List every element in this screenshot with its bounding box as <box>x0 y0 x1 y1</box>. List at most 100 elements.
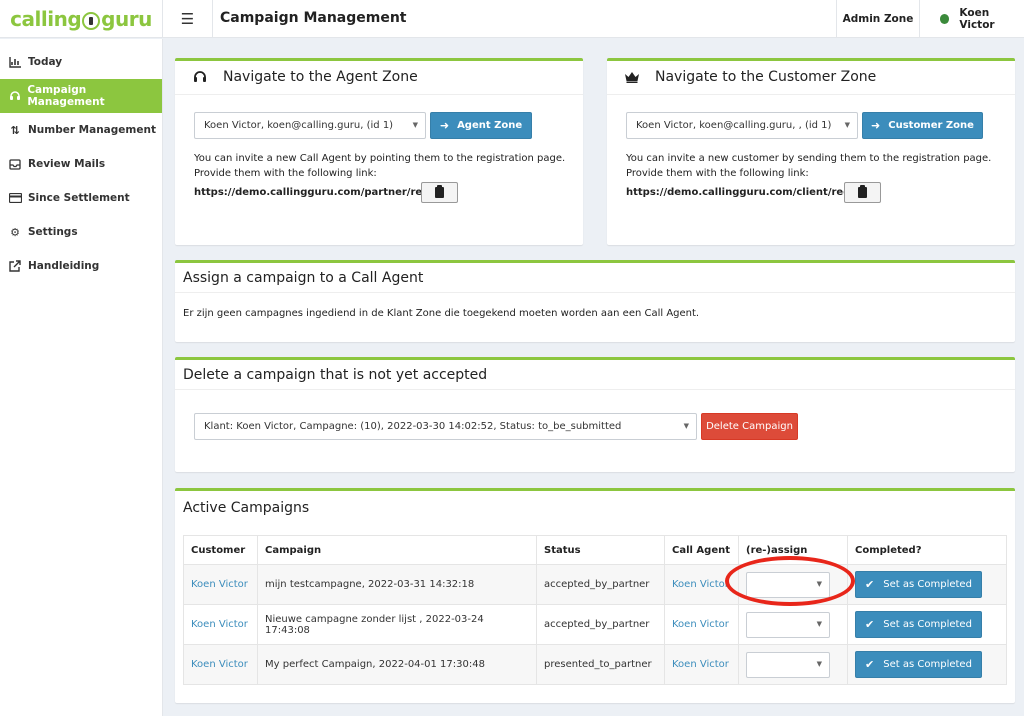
call-agent-link[interactable]: Koen Victor <box>664 644 739 685</box>
campaign-status: accepted_by_partner <box>536 604 665 645</box>
chevron-down-icon: ▼ <box>816 659 822 668</box>
column-header-completed: Completed? <box>847 535 1007 565</box>
column-header-call-agent: Call Agent <box>664 535 739 565</box>
clipboard-icon <box>858 185 867 198</box>
assign-empty-message: Er zijn geen campagnes ingediend in de K… <box>183 308 700 319</box>
user-name: Koen Victor <box>959 7 995 31</box>
reassign-cell: ▼ <box>738 604 848 645</box>
user-menu[interactable]: Koen Victor <box>928 0 1024 38</box>
copy-customer-link-button[interactable] <box>844 182 881 203</box>
online-status-icon <box>940 14 950 24</box>
agent-zone-title: Navigate to the Agent Zone <box>223 69 418 85</box>
set-completed-button[interactable]: ✔ Set as Completed <box>855 571 982 598</box>
external-link-icon <box>6 260 24 272</box>
assign-campaign-panel: Assign a campaign to a Call Agent Er zij… <box>175 260 1015 342</box>
chevron-down-icon: ▼ <box>683 422 689 430</box>
sidebar-item-handleiding[interactable]: Handleiding <box>0 249 162 283</box>
top-bar: calling guru ☰ Campaign Management Admin … <box>0 0 1024 38</box>
assign-campaign-header: Assign a campaign to a Call Agent <box>175 263 1015 293</box>
agent-select-value: Koen Victor, koen@calling.guru, (id 1) <box>204 120 394 131</box>
customer-zone-panel: Navigate to the Customer Zone Koen Victo… <box>607 58 1015 245</box>
check-icon: ✔ <box>865 578 875 591</box>
active-campaigns-panel: Active Campaigns Customer Campaign Statu… <box>175 488 1015 703</box>
reassign-cell: ▼ <box>738 644 848 685</box>
sidebar-item-settings[interactable]: ⚙ Settings <box>0 215 162 249</box>
logo-text-right: guru <box>101 7 152 31</box>
logo[interactable]: calling guru <box>0 0 163 38</box>
active-campaigns-table: Customer Campaign Status Call Agent (re-… <box>183 535 1007 685</box>
customer-link[interactable]: Koen Victor <box>183 564 258 605</box>
sidebar-item-campaign-management[interactable]: Campaign Management <box>0 79 162 113</box>
sidebar-item-label: Today <box>28 56 63 68</box>
copy-agent-link-button[interactable] <box>421 182 458 203</box>
page-title: Campaign Management <box>220 10 407 26</box>
headset-icon <box>6 90 23 102</box>
column-header-campaign: Campaign <box>257 535 537 565</box>
table-row: Koen Victor Nieuwe campagne zonder lijst… <box>183 604 1007 645</box>
chevron-down-icon: ▼ <box>844 121 850 129</box>
campaign-name: Nieuwe campagne zonder lijst , 2022-03-2… <box>257 604 537 645</box>
sidebar: Today Campaign Management ⇅ Number Manag… <box>0 39 163 716</box>
menu-toggle-icon[interactable]: ☰ <box>163 0 213 38</box>
campaign-name: My perfect Campaign, 2022-04-01 17:30:48 <box>257 644 537 685</box>
table-header-row: Customer Campaign Status Call Agent (re-… <box>183 535 1007 565</box>
agent-register-link[interactable]: https://demo.callingguru.com/partner/reg… <box>194 185 455 200</box>
agent-invite-text: You can invite a new Call Agent by point… <box>194 153 566 164</box>
sidebar-item-label: Handleiding <box>28 260 100 272</box>
sidebar-item-label: Review Mails <box>28 158 106 170</box>
chart-icon <box>6 56 24 68</box>
set-completed-button[interactable]: ✔ Set as Completed <box>855 651 982 678</box>
check-icon: ✔ <box>865 658 875 671</box>
customer-link[interactable]: Koen Victor <box>183 604 258 645</box>
completed-cell: ✔ Set as Completed <box>847 604 1007 645</box>
agent-select[interactable]: Koen Victor, koen@calling.guru, (id 1) ▼ <box>194 112 426 139</box>
set-completed-button[interactable]: ✔ Set as Completed <box>855 611 982 638</box>
agent-zone-button-label: Agent Zone <box>457 120 523 131</box>
set-completed-label: Set as Completed <box>883 579 972 590</box>
sidebar-item-since-settlement[interactable]: Since Settlement <box>0 181 162 215</box>
call-agent-link[interactable]: Koen Victor <box>664 604 739 645</box>
table-row: Koen Victor My perfect Campaign, 2022-04… <box>183 644 1007 685</box>
headset-icon <box>189 70 211 84</box>
agent-zone-header: Navigate to the Agent Zone <box>175 61 583 93</box>
campaign-status: presented_to_partner <box>536 644 665 685</box>
card-icon <box>6 193 24 203</box>
sidebar-item-today[interactable]: Today <box>0 45 162 79</box>
agent-zone-panel: Navigate to the Agent Zone Koen Victor, … <box>175 58 583 245</box>
customer-select[interactable]: Koen Victor, koen@calling.guru, , (id 1)… <box>626 112 858 139</box>
campaign-name: mijn testcampagne, 2022-03-31 14:32:18 <box>257 564 537 605</box>
delete-campaign-select-value: Klant: Koen Victor, Campagne: (10), 2022… <box>204 421 622 432</box>
customer-provide-text: Provide them with the following link: <box>626 168 809 179</box>
reassign-select[interactable]: ▼ <box>746 611 830 638</box>
sidebar-item-number-management[interactable]: ⇅ Number Management <box>0 113 162 147</box>
delete-campaign-button[interactable]: Delete Campaign <box>701 413 798 440</box>
column-header-status: Status <box>536 535 665 565</box>
set-completed-label: Set as Completed <box>883 619 972 630</box>
cogs-icon: ⚙ <box>10 225 20 239</box>
customer-register-link[interactable]: https://demo.callingguru.com/client/regi… <box>626 185 876 200</box>
clipboard-icon <box>435 185 444 198</box>
delete-campaign-title: Delete a campaign that is not yet accept… <box>183 366 488 383</box>
column-header-customer: Customer <box>183 535 258 565</box>
reassign-select[interactable]: ▼ <box>746 651 830 678</box>
customer-zone-title: Navigate to the Customer Zone <box>655 69 877 85</box>
logo-text-left: calling <box>10 7 82 31</box>
sort-icon: ⇅ <box>10 123 20 137</box>
phone-logo-icon <box>82 12 101 30</box>
crown-icon <box>621 71 643 83</box>
customer-invite-text: You can invite a new customer by sending… <box>626 153 992 164</box>
sidebar-item-review-mails[interactable]: Review Mails <box>0 147 162 181</box>
sidebar-item-label: Campaign Management <box>27 84 105 108</box>
campaign-status: accepted_by_partner <box>536 564 665 605</box>
set-completed-label: Set as Completed <box>883 659 972 670</box>
customer-zone-button-label: Customer Zone <box>888 120 974 131</box>
active-campaigns-header: Active Campaigns <box>175 491 1015 524</box>
agent-zone-button[interactable]: ➜ Agent Zone <box>430 112 532 139</box>
sign-in-icon: ➜ <box>871 119 881 132</box>
admin-zone-link[interactable]: Admin Zone <box>836 0 920 38</box>
customer-zone-button[interactable]: ➜ Customer Zone <box>862 112 983 139</box>
completed-cell: ✔ Set as Completed <box>847 564 1007 605</box>
customer-link[interactable]: Koen Victor <box>183 644 258 685</box>
delete-campaign-select[interactable]: Klant: Koen Victor, Campagne: (10), 2022… <box>194 413 697 440</box>
inbox-icon <box>6 158 24 170</box>
